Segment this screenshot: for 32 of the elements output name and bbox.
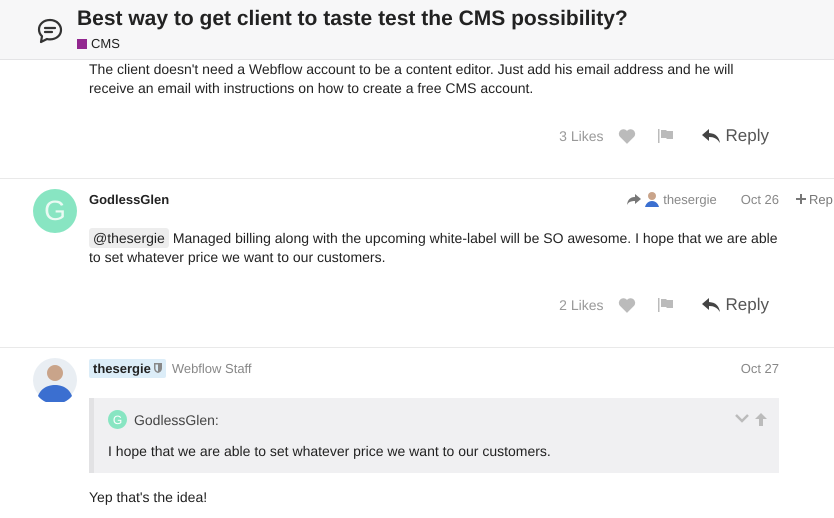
reply-button[interactable]: Reply	[702, 126, 769, 146]
reply-button[interactable]: Reply	[702, 295, 769, 315]
post-date[interactable]: Oct 27	[740, 360, 779, 376]
quote-text: I hope that we are able to set whatever price we want to our customers.	[108, 442, 552, 461]
reply-side-button[interactable]: Rep	[796, 189, 833, 209]
likes-count: 3 Likes	[559, 128, 604, 144]
quote-avatar: G	[108, 410, 127, 429]
flag-button[interactable]	[658, 129, 674, 143]
flag-button[interactable]	[658, 298, 674, 312]
plus-icon	[796, 194, 806, 204]
chat-bubble-icon	[36, 17, 64, 45]
post-text: The client doesn't need a Webflow account to be a content editor. Just add his email address and he will receive an email with instructions on how to create a free CMS account.	[89, 60, 734, 98]
post-text: Yep that's the idea!	[89, 489, 208, 505]
reply-arrow-icon	[702, 129, 720, 143]
user-title: Webflow Staff	[172, 360, 252, 376]
up-arrow-icon[interactable]	[755, 413, 767, 426]
avatar-silhouette-icon	[645, 191, 660, 207]
category-label[interactable]: CMS	[91, 36, 120, 51]
username[interactable]: thesergie	[89, 358, 166, 378]
likes-count: 2 Likes	[559, 297, 604, 313]
like-button[interactable]	[618, 128, 636, 144]
avatar-silhouette-icon[interactable]	[33, 358, 77, 402]
like-button[interactable]	[618, 297, 636, 313]
reply-arrow-icon	[702, 298, 720, 312]
reply-to-link[interactable]: thesergie	[627, 191, 717, 207]
post-text: @thesergie Managed billing along with the upcoming white-label will be SO awesome. I hope that we are able to set whatever price we want to our customers.	[89, 229, 778, 267]
username[interactable]: GodlessGlen	[89, 192, 170, 206]
share-arrow-icon	[627, 194, 642, 204]
topic-title[interactable]: Best way to get client to taste test the CMS possibility?	[77, 6, 628, 32]
quote-author: GodlessGlen:	[134, 412, 219, 428]
post-date[interactable]: Oct 26	[740, 192, 779, 206]
mention-link[interactable]: @thesergie	[89, 228, 169, 248]
